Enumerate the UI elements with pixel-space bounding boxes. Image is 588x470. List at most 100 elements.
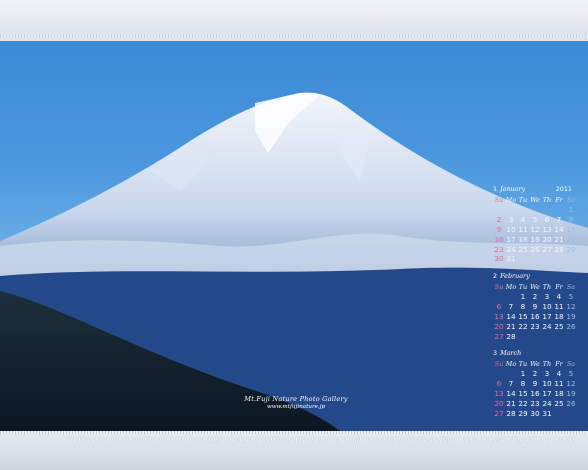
week-row: 23 24 25 26 27 28 29	[493, 244, 577, 254]
month-name: March	[500, 349, 522, 357]
day-cell: 1	[520, 369, 526, 379]
day-cell: 10	[506, 224, 516, 234]
week-row: 12345	[493, 369, 577, 379]
day-cell: 25	[554, 321, 564, 331]
weekday-label: We	[530, 360, 540, 368]
day-cell: 3	[544, 292, 550, 302]
day-cell	[493, 369, 505, 379]
day-cell: 25	[554, 398, 564, 408]
day-cell	[565, 254, 577, 264]
day-cell: 11	[554, 379, 564, 389]
month-grid: Su Mo Tu We Th Fr Sa 1 2 3 4 5 6 7 8 9 10 11 12 13 14 15 16 17 1…	[493, 195, 577, 264]
week-row: 30 31	[493, 254, 577, 264]
day-cell	[505, 205, 517, 215]
weekday-label: Sa	[566, 196, 576, 204]
month-grid: Su Mo Tu We Th Fr Sa 1 2 3 4 5 6 7 8 9 10 11 12 13 14 15 16 17 1…	[493, 359, 577, 418]
month-name: February	[500, 272, 530, 280]
day-cell: 17	[506, 234, 516, 244]
day-cell: 12	[530, 224, 540, 234]
day-cell	[553, 205, 565, 215]
week-row: 12345	[493, 292, 577, 302]
day-cell: 4	[556, 369, 562, 379]
day-cell: 3	[508, 215, 514, 225]
day-cell	[505, 369, 517, 379]
day-cell: 10	[542, 379, 552, 389]
day-cell	[517, 331, 529, 341]
day-cell: 8	[520, 302, 526, 312]
weekday-label: Su	[494, 360, 504, 368]
month-number: 3	[493, 349, 498, 357]
day-cell: 6	[496, 302, 502, 312]
weekday-label: Th	[542, 196, 552, 204]
day-cell: 16	[494, 234, 504, 244]
top-band	[0, 0, 588, 38]
week-row: 6 7 8 9 10 11 12	[493, 379, 577, 389]
day-cell: 28	[506, 408, 516, 418]
day-cell: 26	[530, 244, 540, 254]
weekday-label: Su	[494, 283, 504, 291]
day-cell: 27	[494, 331, 504, 341]
day-cell: 20	[542, 234, 552, 244]
day-cell: 23	[530, 321, 540, 331]
weekday-label: Tu	[518, 360, 528, 368]
day-cell: 23	[530, 398, 540, 408]
credit-url[interactable]: www.mtfujinature.jp	[226, 404, 366, 410]
day-cell: 9	[496, 224, 502, 234]
day-cell: 26	[566, 321, 576, 331]
week-row: 13 14 15 16 17 18 19	[493, 389, 577, 399]
day-cell: 15	[518, 311, 528, 321]
day-cell: 5	[568, 292, 574, 302]
day-cell: 16	[530, 311, 540, 321]
day-cell	[529, 254, 541, 264]
day-cell: 10	[542, 302, 552, 312]
weekday-label: Tu	[518, 283, 528, 291]
week-row: 9 10 11 12 13 14 15	[493, 225, 577, 235]
day-cell: 12	[566, 379, 576, 389]
day-cell: 14	[506, 311, 516, 321]
day-cell: 14	[506, 388, 516, 398]
week-row: 20 21 22 23 24 25 26	[493, 398, 577, 408]
day-cell: 1	[568, 205, 574, 215]
calendar-year: 2011	[555, 185, 572, 193]
weekday-label: Mo	[505, 283, 517, 291]
day-cell: 26	[566, 398, 576, 408]
day-cell: 7	[508, 379, 514, 389]
month-grid: Su Mo Tu We Th Fr Sa 1 2 3 4 5 6 7 8 9 10 11 12 13 14 15 16 17 1…	[493, 282, 577, 341]
month-number: 1	[493, 185, 498, 193]
calendar-month-3: 3 March Su Mo Tu We Th Fr Sa 1 2 3 4 5 6 7 8 9 10 11 12 13 14…	[493, 348, 577, 418]
weekday-label: Th	[542, 283, 552, 291]
week-row: 27 28	[493, 331, 577, 341]
day-cell: 17	[542, 311, 552, 321]
day-cell: 4	[556, 292, 562, 302]
day-cell: 5	[568, 369, 574, 379]
weekday-label: We	[530, 283, 540, 291]
day-cell: 20	[494, 398, 504, 408]
day-cell: 21	[554, 234, 564, 244]
day-cell: 23	[494, 244, 504, 254]
day-cell: 29	[518, 408, 528, 418]
month-name: January	[500, 185, 526, 193]
weekday-label: Tu	[518, 196, 528, 204]
weekday-label: Fr	[555, 196, 563, 204]
day-cell	[493, 205, 505, 215]
day-cell: 19	[566, 388, 576, 398]
day-cell	[505, 292, 517, 302]
day-cell: 30	[494, 254, 504, 264]
day-cell: 2	[496, 215, 502, 225]
day-cell	[517, 254, 529, 264]
day-cell	[517, 205, 529, 215]
day-cell	[541, 254, 553, 264]
day-cell: 28	[506, 331, 516, 341]
footer-quote: I'd like you to enjoy the natural beauti…	[66, 435, 579, 444]
month-number: 2	[493, 272, 498, 280]
day-cell: 13	[542, 224, 552, 234]
photo-credit: Mt.Fuji Nature Photo Gallery www.mtfujin…	[226, 395, 366, 410]
day-cell: 7	[508, 302, 514, 312]
week-row: 6 7 8 9 10 11 12	[493, 302, 577, 312]
weekday-label: Th	[542, 360, 552, 368]
day-cell: 22	[518, 321, 528, 331]
day-cell: 15	[518, 388, 528, 398]
weekday-label: Sa	[566, 360, 576, 368]
day-cell: 24	[542, 398, 552, 408]
day-cell: 24	[542, 321, 552, 331]
